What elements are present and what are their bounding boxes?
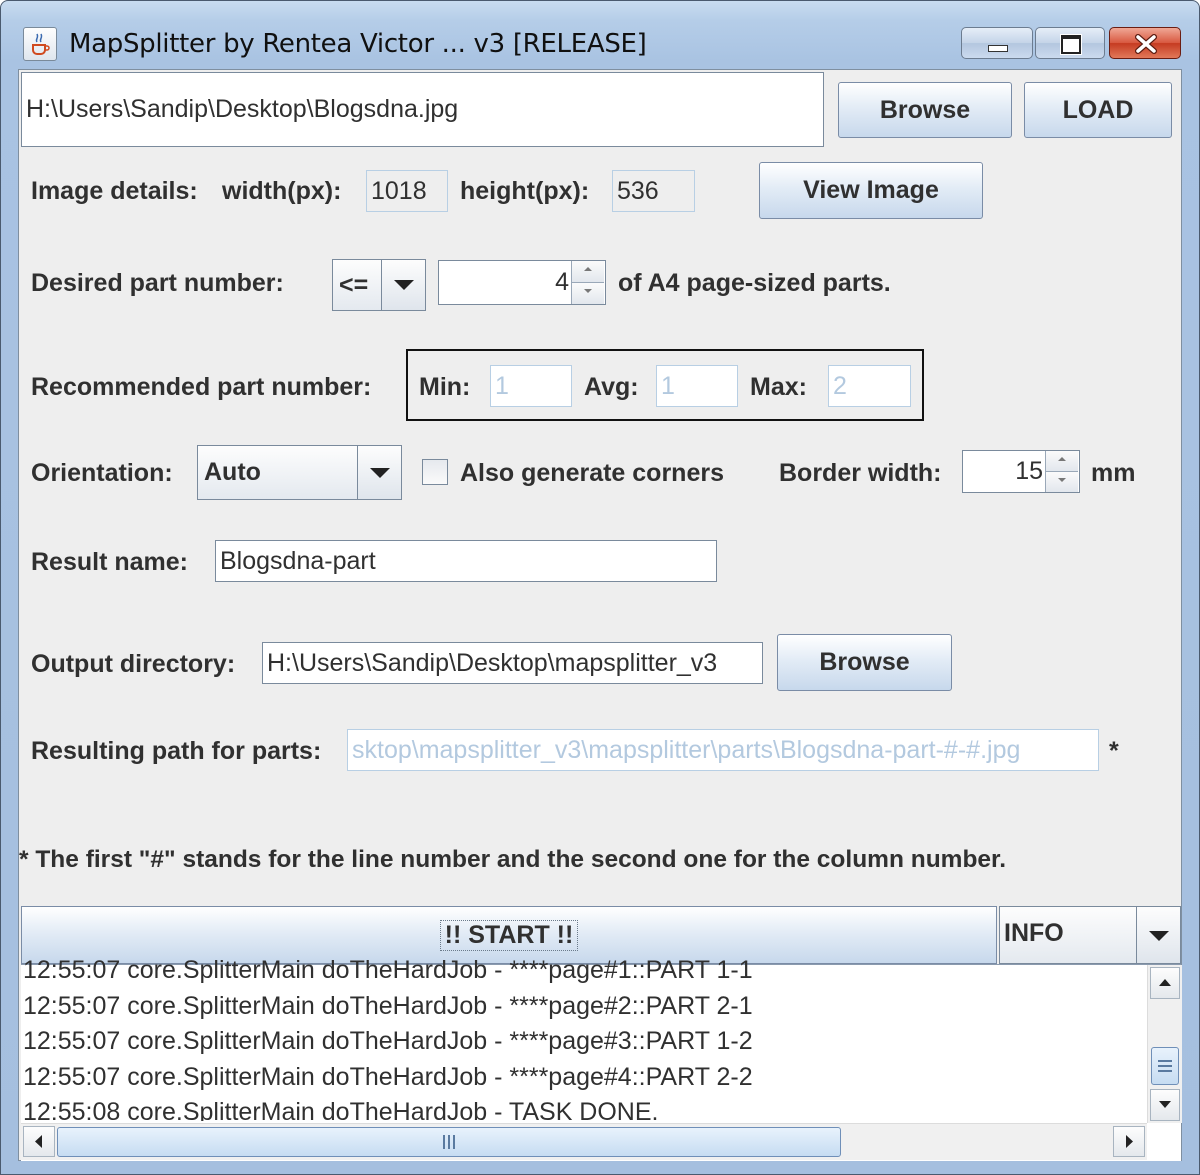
output-directory-label: Output directory:	[31, 650, 236, 678]
orientation-dropdown-button[interactable]	[357, 446, 401, 499]
start-button-label: !! START !!	[439, 919, 579, 951]
height-label: height(px):	[460, 177, 590, 205]
operator-select[interactable]: <=	[332, 259, 426, 311]
avg-label: Avg:	[584, 373, 639, 401]
min-label: Min:	[419, 373, 471, 401]
file-path-input[interactable]: H:\Users\Sandip\Desktop\Blogsdna.jpg	[21, 72, 824, 147]
horizontal-scroll-thumb[interactable]	[57, 1127, 841, 1157]
image-details-label: Image details:	[31, 177, 198, 205]
grip-icon	[443, 1135, 455, 1149]
border-width-spinner[interactable]: 15	[962, 450, 1080, 493]
scroll-down-button[interactable]	[1150, 1089, 1180, 1121]
desired-part-spinner[interactable]: 4	[438, 260, 606, 305]
border-width-value: 15	[1015, 457, 1043, 485]
main-panel: H:\Users\Sandip\Desktop\Blogsdna.jpg Bro…	[18, 69, 1182, 1161]
scroll-left-button[interactable]	[23, 1126, 55, 1157]
width-label: width(px):	[222, 177, 342, 205]
spinner-buttons	[1045, 451, 1079, 492]
scroll-up-button[interactable]	[1150, 967, 1180, 999]
maximize-button[interactable]	[1035, 27, 1105, 59]
minimize-button[interactable]	[961, 27, 1033, 59]
load-button[interactable]: LOAD	[1024, 82, 1172, 138]
log-line: 12:55:07 core.SplitterMain doTheHardJob …	[23, 956, 753, 984]
log-line: 12:55:07 core.SplitterMain doTheHardJob …	[23, 1062, 753, 1091]
spinner-down-icon[interactable]	[1046, 471, 1078, 492]
log-level-value: INFO	[1004, 919, 1064, 947]
desired-part-suffix: of A4 page-sized parts.	[618, 269, 891, 297]
orientation-select[interactable]: Auto	[197, 445, 402, 500]
operator-dropdown-button[interactable]	[381, 260, 425, 310]
horizontal-scrollbar[interactable]	[21, 1123, 1147, 1160]
resulting-path-value: sktop\mapsplitter_v3\mapsplitter\parts\B…	[352, 735, 1021, 764]
spinner-up-icon[interactable]	[572, 261, 604, 283]
max-label: Max:	[750, 373, 807, 401]
orientation-value: Auto	[204, 458, 261, 486]
title-bar[interactable]: MapSplitter by Rentea Victor ... v3 [REL…	[1, 1, 1199, 71]
log-line: 12:55:07 core.SplitterMain doTheHardJob …	[23, 1027, 753, 1055]
java-cup-icon[interactable]	[23, 27, 57, 61]
desired-part-label: Desired part number:	[31, 269, 284, 297]
grip-icon	[1158, 1060, 1172, 1072]
close-icon	[1135, 34, 1157, 54]
browse-file-button[interactable]: Browse	[838, 82, 1012, 138]
resulting-path-label: Resulting path for parts:	[31, 737, 322, 765]
corners-checkbox[interactable]	[422, 459, 448, 485]
border-unit-label: mm	[1091, 459, 1136, 487]
scroll-up-icon	[1159, 979, 1171, 986]
spinner-up-icon[interactable]	[1046, 451, 1078, 472]
result-name-input[interactable]: Blogsdna-part	[215, 540, 717, 582]
scroll-left-icon	[35, 1135, 42, 1148]
log-panel[interactable]: 12:55:07 core.SplitterMain doTheHardJob …	[21, 956, 1182, 1161]
recommended-group-box: Min: 1 Avg: 1 Max: 2	[406, 349, 924, 421]
minimize-icon	[988, 45, 1008, 52]
vertical-scrollbar[interactable]	[1147, 965, 1182, 1123]
border-width-label: Border width:	[779, 459, 942, 487]
recommended-part-label: Recommended part number:	[31, 373, 372, 401]
close-button[interactable]	[1109, 27, 1181, 59]
spinner-down-icon[interactable]	[572, 282, 604, 304]
log-lines: 12:55:07 core.SplitterMain doTheHardJob …	[21, 953, 1145, 1121]
scroll-down-icon	[1159, 1101, 1171, 1108]
orientation-label: Orientation:	[31, 459, 173, 487]
desired-part-value: 4	[555, 268, 569, 296]
width-value-field: 1018	[366, 170, 448, 212]
footnote-text: * The first "#" stands for the line numb…	[19, 846, 1007, 873]
view-image-button[interactable]: View Image	[759, 162, 983, 219]
scroll-right-button[interactable]	[1113, 1126, 1145, 1157]
min-value-field: 1	[490, 365, 572, 407]
avg-value-field: 1	[656, 365, 738, 407]
log-line: 12:55:07 core.SplitterMain doTheHardJob …	[23, 991, 753, 1020]
vertical-scroll-thumb[interactable]	[1151, 1047, 1179, 1085]
result-name-label: Result name:	[31, 548, 188, 576]
browse-output-button[interactable]: Browse	[777, 634, 952, 691]
output-directory-input[interactable]: H:\Users\Sandip\Desktop\mapsplitter_v3	[262, 642, 763, 684]
chevron-down-icon	[394, 280, 414, 290]
height-value-field: 536	[612, 170, 695, 212]
corners-label[interactable]: Also generate corners	[460, 459, 724, 488]
operator-value: <=	[339, 271, 369, 299]
scroll-right-icon	[1126, 1135, 1133, 1148]
app-window: MapSplitter by Rentea Victor ... v3 [REL…	[0, 0, 1200, 1175]
max-value-field: 2	[828, 365, 911, 407]
chevron-down-icon	[1149, 931, 1169, 941]
window-title: MapSplitter by Rentea Victor ... v3 [REL…	[69, 29, 647, 59]
spinner-buttons	[571, 261, 605, 304]
chevron-down-icon	[370, 468, 390, 478]
maximize-icon	[1061, 35, 1081, 54]
resulting-path-field: sktop\mapsplitter_v3\mapsplitter\parts\B…	[347, 729, 1099, 771]
log-line: 12:55:08 core.SplitterMain doTheHardJob …	[23, 1098, 659, 1121]
resulting-path-asterisk: *	[1109, 737, 1119, 765]
